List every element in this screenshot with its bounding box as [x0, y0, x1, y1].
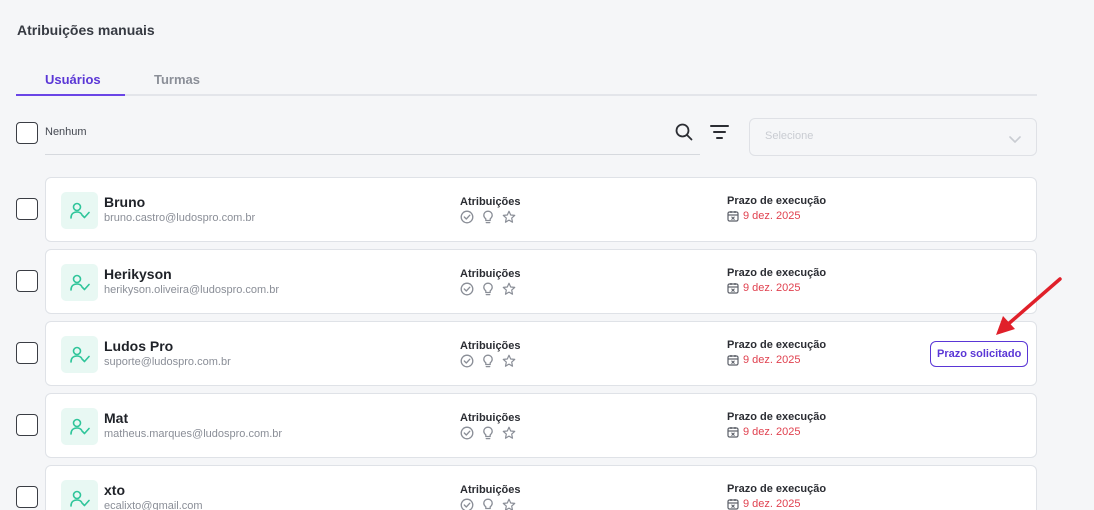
- user-email: suporte@ludospro.com.br: [104, 356, 231, 368]
- deadline-text: 9 dez. 2025: [743, 210, 801, 222]
- select-all-checkbox[interactable]: [16, 122, 38, 144]
- calendar-icon: [727, 282, 739, 294]
- chevron-down-icon: [1008, 132, 1022, 143]
- check-circle-icon: [460, 282, 474, 296]
- deadline-label: Prazo de execução: [727, 267, 827, 279]
- deadline-label: Prazo de execução: [727, 483, 827, 495]
- user-card[interactable]: Herikyson herikyson.oliveira@ludospro.co…: [45, 249, 1037, 314]
- star-icon: [502, 498, 516, 510]
- check-circle-icon: [460, 210, 474, 224]
- deadline-date: 9 dez. 2025: [727, 210, 801, 222]
- attributions-label: Atribuições: [460, 268, 521, 280]
- deadline-date: 9 dez. 2025: [727, 426, 801, 438]
- user-email: ecalixto@gmail.com: [104, 500, 203, 510]
- user-name: xto: [104, 482, 125, 498]
- user-check-icon: [61, 192, 98, 229]
- user-check-icon: [61, 408, 98, 445]
- user-name: Mat: [104, 410, 129, 426]
- check-circle-icon: [460, 498, 474, 510]
- check-circle-icon: [460, 354, 474, 368]
- deadline-label: Prazo de execução: [727, 195, 827, 207]
- manual-assignments-page: Atribuições manuais Usuários Turmas Nenh…: [0, 0, 1094, 510]
- user-card[interactable]: Ludos Pro suporte@ludospro.com.br Atribu…: [45, 321, 1037, 386]
- filter-icon[interactable]: [709, 123, 731, 141]
- user-name: Bruno: [104, 194, 146, 210]
- divider: [45, 154, 700, 155]
- calendar-icon: [727, 426, 739, 438]
- filter-select[interactable]: Selecione: [749, 118, 1037, 156]
- lightbulb-icon: [481, 210, 495, 224]
- tab-classes[interactable]: Turmas: [154, 72, 200, 87]
- calendar-icon: [727, 354, 739, 366]
- lightbulb-icon: [481, 426, 495, 440]
- lightbulb-icon: [481, 498, 495, 510]
- tab-users[interactable]: Usuários: [45, 72, 101, 87]
- calendar-icon: [727, 498, 739, 510]
- row-checkbox[interactable]: [16, 198, 38, 220]
- attributions-label: Atribuições: [460, 340, 521, 352]
- list-item: xto ecalixto@gmail.com Atribuições Prazo…: [16, 465, 1037, 510]
- user-check-icon: [61, 264, 98, 301]
- attributions-label: Atribuições: [460, 412, 521, 424]
- lightbulb-icon: [481, 354, 495, 368]
- select-placeholder: Selecione: [765, 130, 814, 142]
- row-checkbox[interactable]: [16, 342, 38, 364]
- attributions-label: Atribuições: [460, 484, 521, 496]
- user-name: Ludos Pro: [104, 338, 174, 354]
- star-icon: [502, 282, 516, 296]
- list-item: Herikyson herikyson.oliveira@ludospro.co…: [16, 249, 1037, 314]
- deadline-date: 9 dez. 2025: [727, 498, 801, 510]
- user-card[interactable]: Mat matheus.marques@ludospro.com.br Atri…: [45, 393, 1037, 458]
- star-icon: [502, 426, 516, 440]
- page-title: Atribuições manuais: [17, 22, 155, 38]
- user-card[interactable]: Bruno bruno.castro@ludospro.com.br Atrib…: [45, 177, 1037, 242]
- user-card[interactable]: xto ecalixto@gmail.com Atribuições Prazo…: [45, 465, 1037, 510]
- active-tab-indicator: [16, 94, 125, 96]
- check-circle-icon: [460, 426, 474, 440]
- deadline-label: Prazo de execução: [727, 339, 827, 351]
- search-icon[interactable]: [674, 122, 694, 142]
- select-all-label: Nenhum: [45, 126, 87, 138]
- user-check-icon: [61, 480, 98, 510]
- deadline-text: 9 dez. 2025: [743, 354, 801, 366]
- calendar-icon: [727, 210, 739, 222]
- user-check-icon: [61, 336, 98, 373]
- tab-bar: Usuários Turmas: [16, 66, 1037, 96]
- deadline-text: 9 dez. 2025: [743, 282, 801, 294]
- list-item: Mat matheus.marques@ludospro.com.br Atri…: [16, 393, 1037, 458]
- status-badge[interactable]: Prazo solicitado: [930, 341, 1029, 367]
- attribution-icons: [460, 498, 516, 510]
- lightbulb-icon: [481, 282, 495, 296]
- attributions-label: Atribuições: [460, 196, 521, 208]
- deadline-label: Prazo de execução: [727, 411, 827, 423]
- deadline-text: 9 dez. 2025: [743, 426, 801, 438]
- row-checkbox[interactable]: [16, 414, 38, 436]
- user-email: matheus.marques@ludospro.com.br: [104, 428, 283, 440]
- row-checkbox[interactable]: [16, 486, 38, 508]
- attribution-icons: [460, 210, 516, 224]
- deadline-text: 9 dez. 2025: [743, 498, 801, 510]
- star-icon: [502, 210, 516, 224]
- user-email: herikyson.oliveira@ludospro.com.br: [104, 284, 280, 296]
- attribution-icons: [460, 282, 516, 296]
- deadline-date: 9 dez. 2025: [727, 354, 801, 366]
- user-name: Herikyson: [104, 266, 172, 282]
- attribution-icons: [460, 354, 516, 368]
- deadline-date: 9 dez. 2025: [727, 282, 801, 294]
- star-icon: [502, 354, 516, 368]
- select-all-row: Nenhum: [16, 120, 700, 155]
- attribution-icons: [460, 426, 516, 440]
- user-email: bruno.castro@ludospro.com.br: [104, 212, 256, 224]
- list-item: Bruno bruno.castro@ludospro.com.br Atrib…: [16, 177, 1037, 242]
- row-checkbox[interactable]: [16, 270, 38, 292]
- list-item: Ludos Pro suporte@ludospro.com.br Atribu…: [16, 321, 1037, 386]
